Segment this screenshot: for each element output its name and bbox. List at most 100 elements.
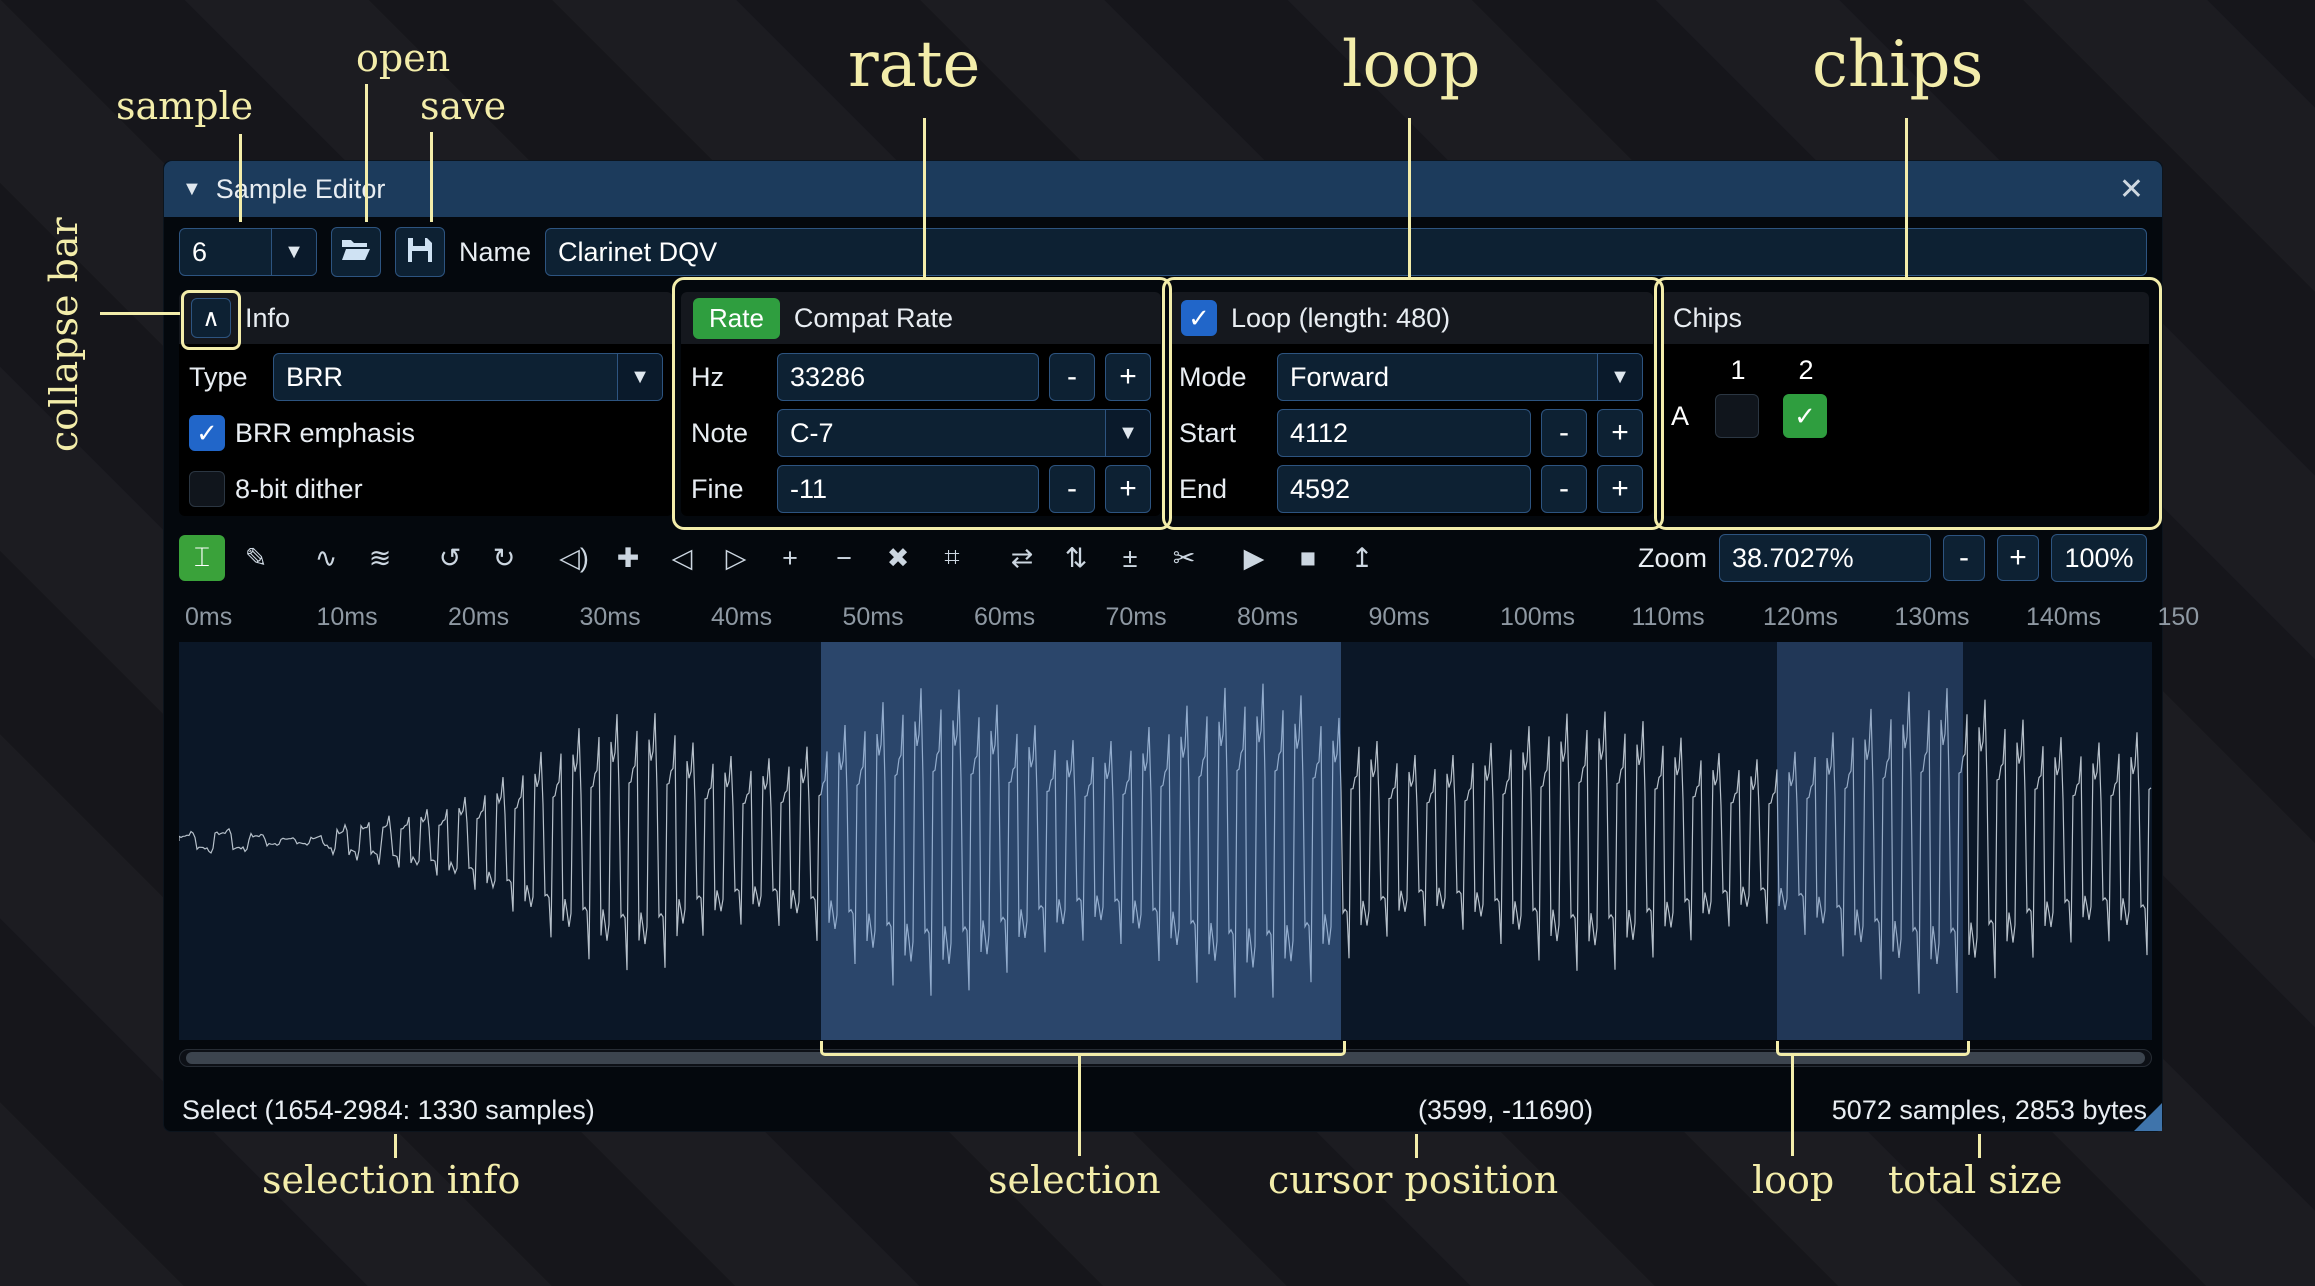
waveform-scrollbar[interactable] — [179, 1049, 2152, 1067]
annotation-line-sample — [239, 134, 242, 222]
loop-region[interactable] — [1777, 642, 1963, 1040]
type-select[interactable]: BRR ▼ — [273, 353, 663, 401]
timeline-label: 100ms — [1500, 603, 1575, 632]
loop-end-decrement-button[interactable]: - — [1541, 465, 1587, 513]
zoom-label: Zoom — [1638, 543, 1707, 574]
preview-button[interactable]: ▶ — [1231, 535, 1277, 581]
chevron-down-icon[interactable]: ▼ — [271, 229, 316, 275]
hz-decrement-button[interactable]: - — [1049, 353, 1095, 401]
resample-button[interactable]: ≋ — [357, 535, 403, 581]
loop-start-label: Start — [1179, 418, 1267, 449]
timeline-label: 90ms — [1369, 603, 1430, 632]
stop-button[interactable]: ■ — [1285, 535, 1331, 581]
timeline-label: 130ms — [1895, 603, 1970, 632]
filter-button[interactable]: ✂ — [1161, 535, 1207, 581]
close-button[interactable]: ✕ — [2119, 172, 2144, 207]
invert-button[interactable]: ⇅ — [1053, 535, 1099, 581]
annotation-open: open — [356, 36, 450, 80]
sample-number-select[interactable]: 6 ▼ — [179, 228, 317, 276]
chip-column-2-label: 2 — [1783, 355, 1829, 386]
fade-in-button[interactable]: ◁ — [659, 535, 705, 581]
note-select[interactable]: C-7 ▼ — [777, 409, 1151, 457]
timeline-label: 20ms — [448, 603, 509, 632]
folder-open-icon — [341, 238, 371, 267]
window-collapse-icon[interactable]: ▼ — [182, 178, 202, 201]
loop-enable-checkbox[interactable]: ✓ — [1181, 300, 1217, 336]
open-button[interactable] — [331, 227, 381, 277]
zoom-out-button[interactable]: - — [1943, 535, 1985, 581]
window-resize-handle[interactable] — [2134, 1103, 2162, 1131]
info-panel-title: Info — [245, 303, 290, 334]
fade-out-button[interactable]: ▷ — [713, 535, 759, 581]
annotation-line-collapse-bar — [100, 312, 180, 315]
scrollbar-thumb[interactable] — [186, 1052, 2145, 1064]
loop-start-input[interactable]: 4112 — [1277, 409, 1531, 457]
zoom-reset-button[interactable]: 100% — [2051, 534, 2147, 582]
timeline-label: 80ms — [1237, 603, 1298, 632]
annotation-line-chips — [1905, 118, 1908, 277]
loop-end-label: End — [1179, 474, 1267, 505]
fine-decrement-button[interactable]: - — [1049, 465, 1095, 513]
zoom-input[interactable]: 38.7027% — [1719, 534, 1931, 582]
annotation-selection: selection — [988, 1158, 1161, 1202]
chevron-down-icon[interactable]: ▼ — [1597, 354, 1642, 400]
redo-button[interactable]: ↻ — [481, 535, 527, 581]
loop-end-input[interactable]: 4592 — [1277, 465, 1531, 513]
timeline-ruler[interactable]: 0ms10ms20ms30ms40ms50ms60ms70ms80ms90ms1… — [179, 595, 2152, 639]
chips-panel: Chips 1 2 A ✓ — [1661, 292, 2149, 516]
apply-silence-button[interactable]: − — [821, 535, 867, 581]
loop-end-value: 4592 — [1290, 474, 1350, 505]
undo-button[interactable]: ↺ — [427, 535, 473, 581]
chip-column-1-label: 1 — [1715, 355, 1761, 386]
sample-header-row: 6 ▼ Name Clarinet DQV — [179, 227, 2147, 277]
select-tool-button[interactable]: ⌶ — [179, 535, 225, 581]
hz-increment-button[interactable]: + — [1105, 353, 1151, 401]
fine-input[interactable]: -11 — [777, 465, 1039, 513]
selection-region[interactable] — [821, 642, 1341, 1040]
sign-button[interactable]: ± — [1107, 535, 1153, 581]
dither-checkbox[interactable] — [189, 471, 225, 507]
save-button[interactable] — [395, 227, 445, 277]
upload-button[interactable]: ↥ — [1339, 535, 1385, 581]
loop-panel: ✓ Loop (length: 480) Mode Forward ▼ Star… — [1169, 292, 1653, 516]
amplify-button[interactable]: ◁) — [551, 535, 597, 581]
sample-number-value: 6 — [180, 237, 271, 268]
status-bar: Select (1654-2984: 1330 samples) (3599, … — [182, 1095, 2147, 1129]
brr-emphasis-checkbox[interactable]: ✓ — [189, 415, 225, 451]
reverse-button[interactable]: ⇄ — [999, 535, 1045, 581]
loop-start-increment-button[interactable]: + — [1597, 409, 1643, 457]
draw-tool-button[interactable]: ✎ — [233, 535, 279, 581]
fine-label: Fine — [691, 474, 767, 505]
loop-start-decrement-button[interactable]: - — [1541, 409, 1587, 457]
chips-panel-header: Chips — [1661, 292, 2149, 344]
annotation-save: save — [420, 84, 506, 128]
collapse-info-button[interactable]: ∧ — [191, 298, 231, 338]
chip-a1-checkbox[interactable] — [1715, 394, 1759, 438]
fine-increment-button[interactable]: + — [1105, 465, 1151, 513]
loop-mode-label: Mode — [1179, 362, 1267, 393]
chevron-down-icon[interactable]: ▼ — [617, 354, 662, 400]
normalize-button[interactable]: ✚ — [605, 535, 651, 581]
info-panel: ∧ Info Type BRR ▼ ✓ BRR emphasis — [179, 292, 673, 516]
delete-button[interactable]: ✖ — [875, 535, 921, 581]
chip-row-a-label: A — [1671, 401, 1715, 432]
type-label: Type — [189, 362, 263, 393]
rate-mode-button[interactable]: Rate — [693, 298, 780, 339]
hz-input[interactable]: 33286 — [777, 353, 1039, 401]
zoom-in-button[interactable]: + — [1997, 535, 2039, 581]
dither-label: 8-bit dither — [235, 474, 363, 505]
timeline-label: 150 — [2158, 603, 2200, 632]
titlebar[interactable]: ▼ Sample Editor ✕ — [164, 161, 2162, 217]
annotation-line-open — [365, 84, 368, 222]
waveform-display[interactable] — [179, 642, 2152, 1040]
chevron-down-icon[interactable]: ▼ — [1105, 410, 1150, 456]
floppy-disk-icon — [407, 237, 433, 268]
annotation-cursor-position: cursor position — [1268, 1158, 1558, 1202]
trim-button[interactable]: ⌗ — [929, 535, 975, 581]
chip-a2-checkbox[interactable]: ✓ — [1783, 394, 1827, 438]
loop-end-increment-button[interactable]: + — [1597, 465, 1643, 513]
loop-mode-select[interactable]: Forward ▼ — [1277, 353, 1643, 401]
insert-silence-button[interactable]: + — [767, 535, 813, 581]
resize-button[interactable]: ∿ — [303, 535, 349, 581]
annotation-chips: chips — [1812, 28, 1983, 102]
